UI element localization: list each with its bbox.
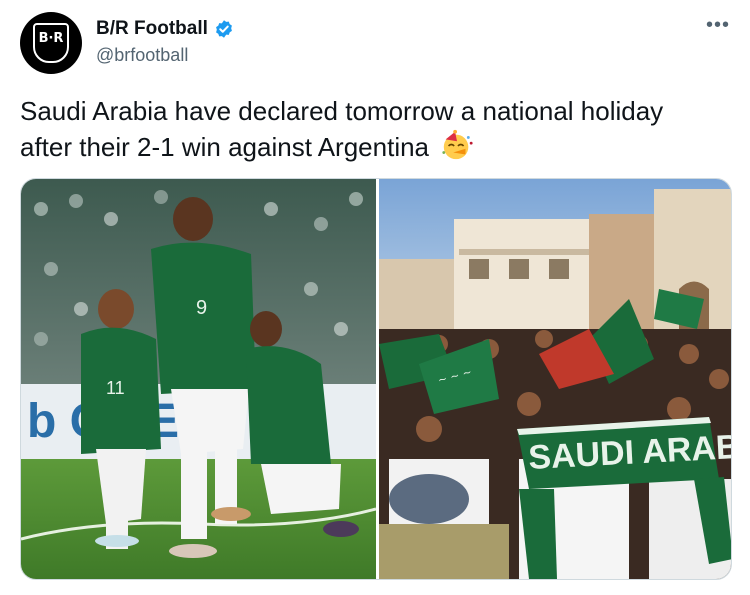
more-options-button[interactable]: ••• [706, 14, 730, 37]
verified-badge-icon [215, 20, 232, 38]
photo-players-celebrating[interactable]: b Qa En 11 9 8 [21, 179, 376, 579]
br-logo-icon: B·R [33, 23, 69, 63]
avatar-text: B·R [38, 31, 64, 46]
name-row: B/R Football [96, 18, 234, 40]
tweet-text: Saudi Arabia have declared tomorrow a na… [20, 94, 720, 164]
photo-fans-celebrating[interactable]: ~ ~ ~ SAUDI ARABIA [379, 179, 731, 579]
avatar[interactable]: B·R [20, 12, 82, 74]
party-face-icon [442, 129, 473, 160]
display-name[interactable]: B/R Football [96, 18, 208, 40]
tweet-media[interactable]: b Qa En 11 9 8 [20, 178, 732, 580]
players-photo-art: b Qa En 11 9 8 [21, 179, 376, 579]
svg-text:11: 11 [106, 378, 125, 398]
account-handle[interactable]: @brfootball [96, 45, 188, 66]
fans-photo-art: ~ ~ ~ SAUDI ARABIA [379, 179, 731, 579]
svg-text:9: 9 [196, 297, 207, 319]
tweet-body: Saudi Arabia have declared tomorrow a na… [20, 96, 664, 162]
